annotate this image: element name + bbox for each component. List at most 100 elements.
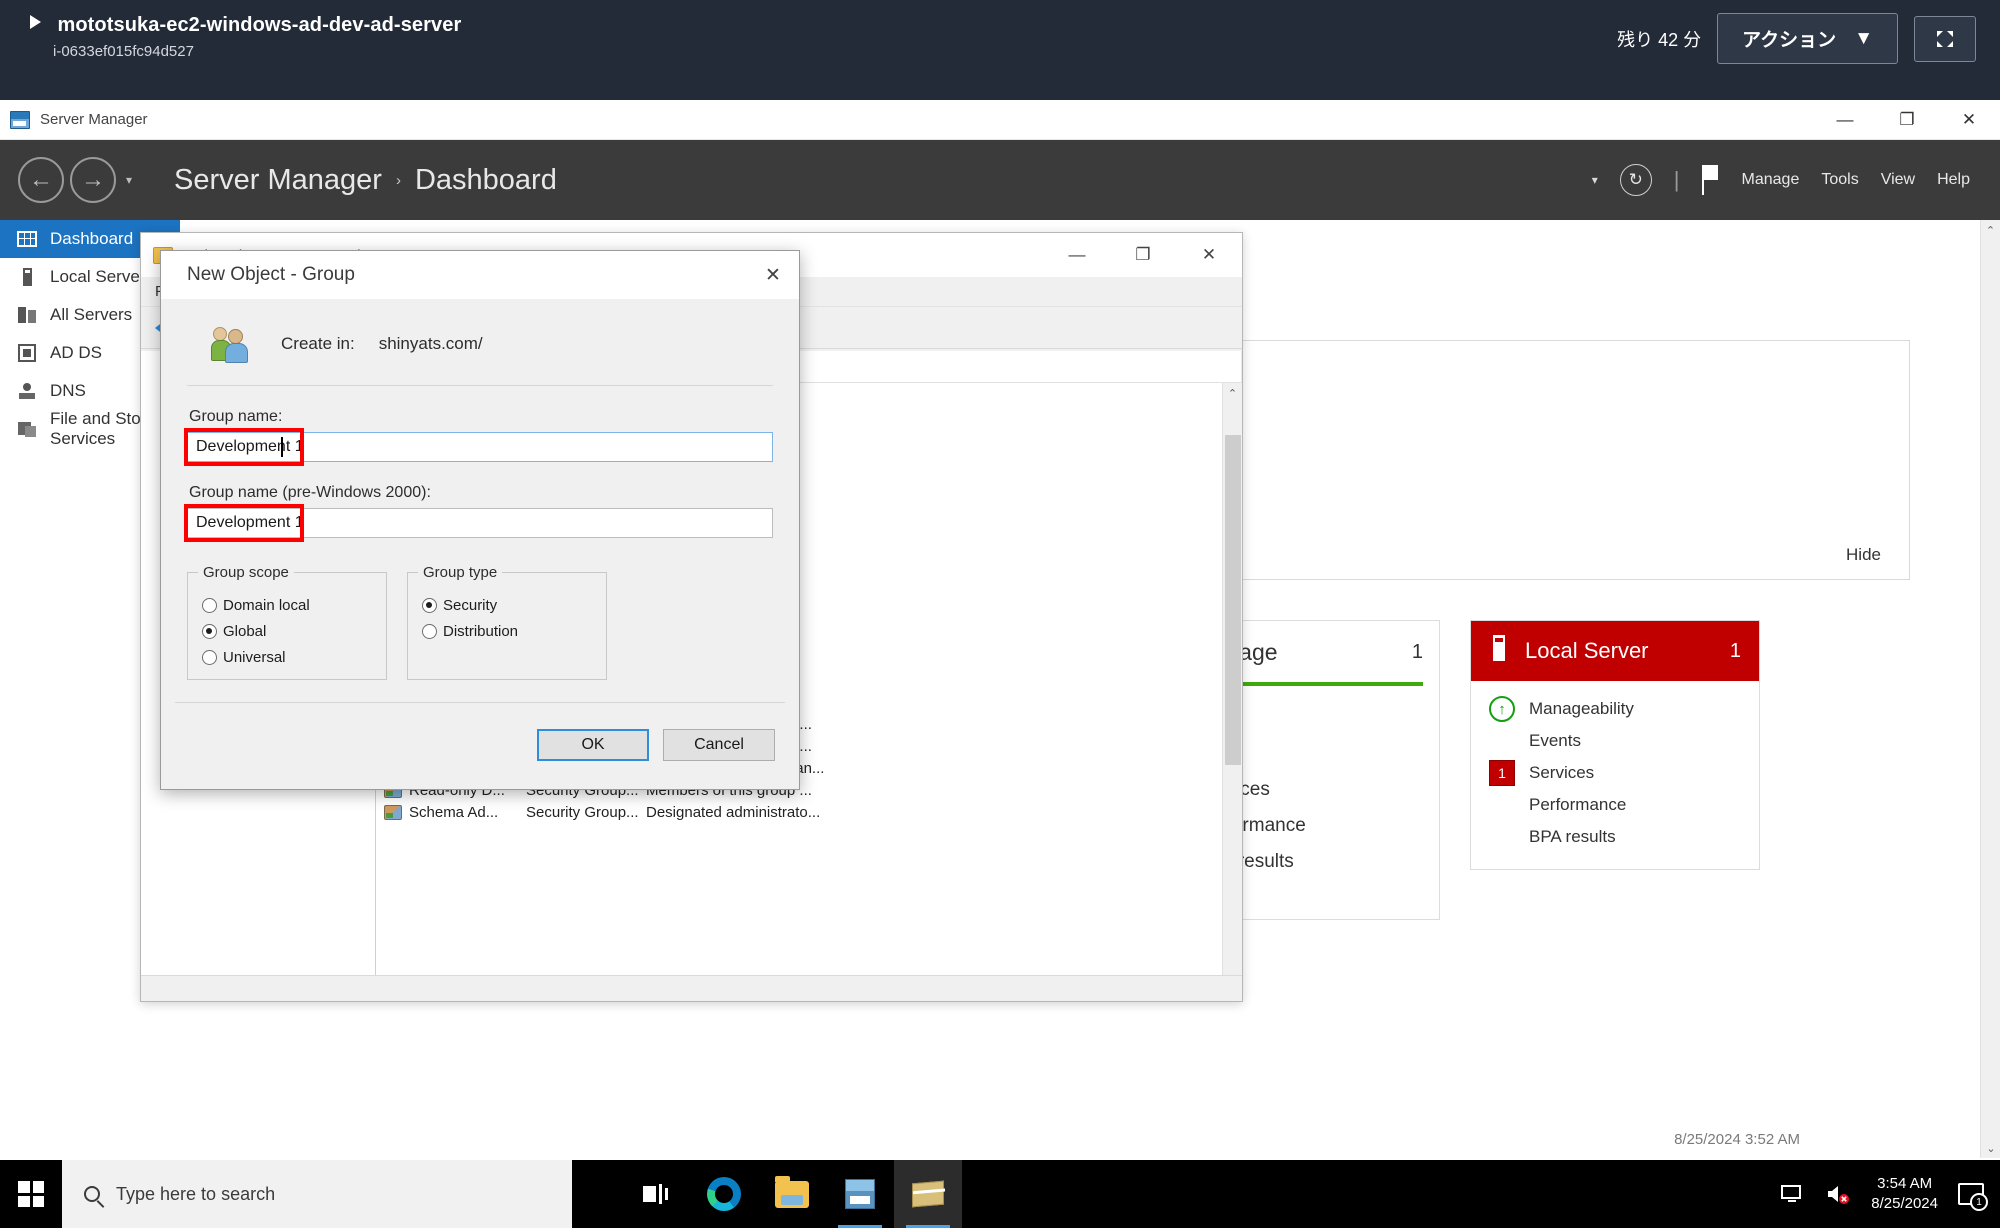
list-vertical-scrollbar[interactable]: ⌃ ⌄ (1222, 383, 1242, 1001)
server-manager-icon (10, 110, 30, 129)
table-row[interactable]: Schema Ad... Security Group... Designated … (376, 801, 1222, 823)
refresh-button[interactable]: ↻ (1619, 164, 1652, 196)
cancel-button[interactable]: Cancel (663, 729, 775, 761)
tile-row-performance[interactable]: Performance (1471, 789, 1759, 821)
taskbar-clock[interactable]: 3:54 AM 8/25/2024 (1871, 1174, 1938, 1215)
tile-row-manageability[interactable]: ↑ Manageability (1471, 693, 1759, 725)
sidebar-item-label: DNS (50, 381, 86, 400)
session-time-remaining: 残り 42 分 (1617, 29, 1702, 50)
network-monitor-icon[interactable] (1779, 1182, 1805, 1206)
search-icon (84, 1186, 100, 1202)
menu-manage[interactable]: Manage (1742, 171, 1800, 189)
create-in-row: Create in: shinyats.com/ (187, 299, 773, 363)
group-name-pre2000-input[interactable] (187, 508, 773, 538)
list-scroll-up-icon[interactable]: ⌃ (1223, 383, 1242, 403)
dialog-close-button[interactable]: ✕ (747, 251, 799, 299)
server-manager-titlebar: Server Manager — ❐ ✕ (0, 100, 2000, 140)
package-taskbar-button[interactable] (894, 1160, 962, 1228)
radio-global[interactable]: Global (202, 623, 372, 640)
aduc-maximize-button[interactable]: ❐ (1110, 233, 1176, 277)
server-icon (1489, 635, 1509, 667)
back-button[interactable]: ← (18, 157, 64, 203)
cell-type: Security Group... (526, 803, 639, 821)
notifications-icon[interactable]: 1 (1958, 1183, 1988, 1211)
package-box-icon (912, 1180, 944, 1208)
dialog-footer-divider (175, 702, 785, 703)
radio-domain-local[interactable]: Domain local (202, 597, 372, 614)
file-storage-icon (16, 418, 38, 440)
menu-help[interactable]: Help (1937, 171, 1970, 189)
ok-button[interactable]: OK (537, 729, 649, 761)
header-dropdown-icon[interactable]: ▾ (1592, 173, 1598, 187)
sidebar-item-label: AD DS (50, 343, 102, 362)
taskbar-search-box[interactable]: Type here to search (62, 1160, 572, 1228)
menu-tools[interactable]: Tools (1821, 171, 1858, 189)
tile-row-services[interactable]: 1 Services (1471, 757, 1759, 789)
tile-row-events[interactable]: Events (1471, 725, 1759, 757)
file-explorer-button[interactable] (758, 1160, 826, 1228)
notifications-flag-icon[interactable] (1701, 165, 1720, 195)
fullscreen-button[interactable] (1914, 15, 1976, 62)
edge-browser-button[interactable] (690, 1160, 758, 1228)
expand-triangle-icon[interactable] (30, 15, 41, 29)
breadcrumb-root[interactable]: Server Manager (174, 164, 382, 197)
dashboard-timestamp: 8/25/2024 3:52 AM (1674, 1131, 1800, 1148)
breadcrumb-separator-icon: › (395, 171, 401, 189)
group-name-input[interactable] (187, 432, 773, 462)
dialog-title: New Object - Group (187, 264, 355, 285)
create-in-label: Create in: (281, 334, 355, 353)
toolbar-divider: | (1673, 167, 1680, 192)
local-server-tile-rows: ↑ Manageability Events 1 Services Perfor… (1471, 681, 1759, 869)
ad-ds-icon (16, 342, 38, 364)
minimize-button[interactable]: — (1814, 100, 1876, 140)
ec2-instance-id: i-0633ef015fc94d527 (53, 43, 194, 60)
hide-link[interactable]: Hide (1846, 545, 1881, 565)
radio-distribution[interactable]: Distribution (422, 623, 592, 640)
start-button[interactable] (0, 1160, 62, 1228)
dns-icon (16, 380, 38, 402)
server-manager-taskbar-button[interactable] (826, 1160, 894, 1228)
notification-count-badge: 1 (1970, 1193, 1988, 1211)
tile-row-label: BPA results (1529, 827, 1616, 846)
action-button-label: アクション (1742, 30, 1837, 51)
radio-label: Domain local (223, 597, 310, 614)
ec2-instance-name: mototsuka-ec2-windows-ad-dev-ad-server (57, 14, 462, 36)
forward-button[interactable]: → (70, 157, 116, 203)
local-server-tile-header[interactable]: Local Server 1 (1471, 621, 1759, 681)
menu-view[interactable]: View (1881, 171, 1915, 189)
list-scroll-thumb[interactable] (1225, 435, 1241, 765)
scroll-up-arrow-icon[interactable]: ⌃ (1981, 220, 2000, 240)
volume-muted-icon[interactable] (1825, 1182, 1851, 1206)
chevron-down-icon: ▼ (1854, 27, 1873, 49)
aduc-close-button[interactable]: ✕ (1176, 233, 1242, 277)
header-toolbar: ▾ ↻ | Manage Tools View Help (1592, 164, 2000, 196)
tile-row-bpa[interactable]: BPA results (1471, 821, 1759, 853)
system-tray: 3:54 AM 8/25/2024 1 (1779, 1174, 2000, 1215)
close-button[interactable]: ✕ (1938, 100, 2000, 140)
ec2-connection-banner: mototsuka-ec2-windows-ad-dev-ad-server i… (0, 0, 2000, 100)
main-vertical-scrollbar[interactable]: ⌃ ⌄ (1980, 220, 2000, 1158)
action-button[interactable]: アクション ▼ (1717, 13, 1898, 64)
create-in-value: shinyats.com/ (378, 334, 483, 353)
server-manager-icon (845, 1179, 875, 1209)
group-type-fieldset: Group type Security Distribution (407, 564, 607, 680)
aduc-minimize-button[interactable]: — (1044, 233, 1110, 277)
windows-taskbar: Type here to search 3:54 AM 8/25/2024 1 (0, 1160, 2000, 1228)
maximize-button[interactable]: ❐ (1876, 100, 1938, 140)
group-scope-fieldset: Group scope Domain local Global Universa… (187, 564, 387, 680)
local-server-tile-count: 1 (1729, 639, 1741, 662)
radio-universal[interactable]: Universal (202, 649, 372, 666)
group-type-legend: Group type (423, 564, 498, 581)
ec2-instance-title-row: mototsuka-ec2-windows-ad-dev-ad-server (30, 14, 461, 37)
task-view-button[interactable] (622, 1160, 690, 1228)
scroll-down-arrow-icon[interactable]: ⌄ (1981, 1138, 2000, 1158)
radio-icon (202, 598, 217, 613)
radio-label: Universal (223, 649, 286, 666)
radio-security[interactable]: Security (422, 597, 592, 614)
fullscreen-icon (1937, 30, 1953, 47)
sidebar-item-label: All Servers (50, 305, 133, 324)
nav-history-dropdown-icon[interactable]: ▾ (126, 173, 132, 187)
security-group-icon (384, 804, 402, 820)
dialog-titlebar: New Object - Group ✕ (161, 251, 799, 299)
group-scope-legend: Group scope (203, 564, 289, 581)
